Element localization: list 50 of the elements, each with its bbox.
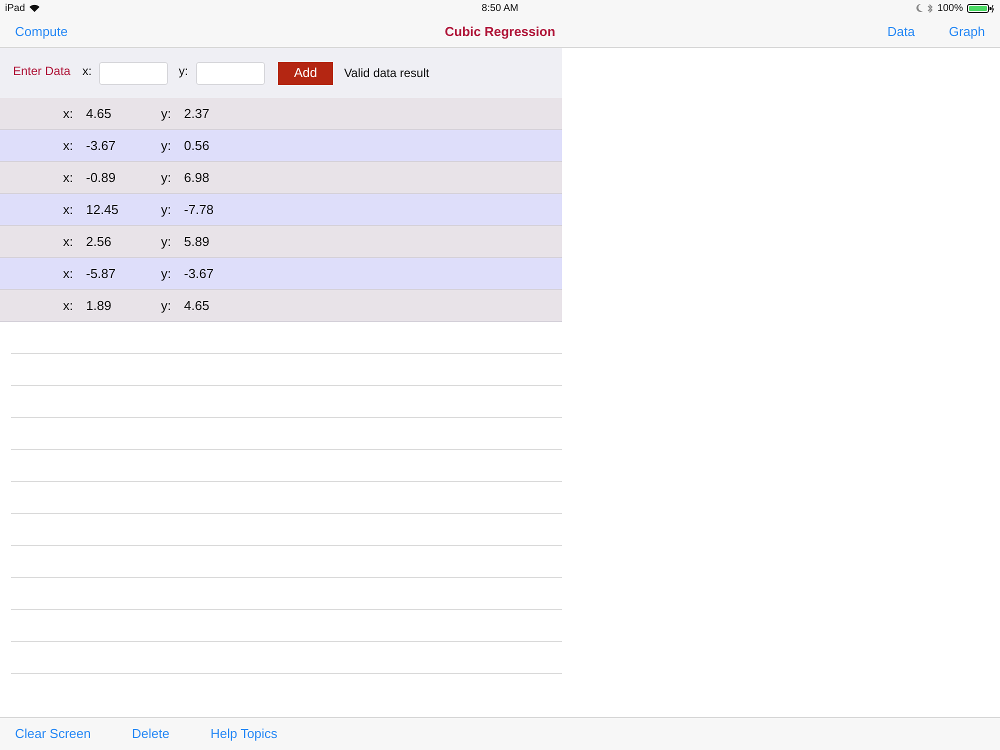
x-value: -5.87 <box>86 264 117 283</box>
wifi-icon <box>29 4 40 12</box>
y-value: 2.37 <box>184 104 210 123</box>
data-row[interactable]: x: -3.67 y: 0.56 <box>0 130 562 162</box>
x-value: 4.65 <box>86 104 112 123</box>
clock: 8:50 AM <box>482 2 518 16</box>
y-value: 0.56 <box>184 136 210 155</box>
data-row[interactable]: x: 1.89 y: 4.65 <box>0 290 562 322</box>
x-label: x: <box>63 200 74 219</box>
y-label: y: <box>161 232 172 251</box>
y-input-field[interactable] <box>196 62 266 84</box>
y-label: y: <box>178 63 188 80</box>
y-value: 6.98 <box>184 168 210 187</box>
x-value: 1.89 <box>86 296 112 315</box>
battery-percent: 100% <box>937 2 963 16</box>
x-label: x: <box>63 168 74 187</box>
y-label: y: <box>161 104 172 123</box>
y-label: y: <box>161 136 172 155</box>
x-label: x: <box>63 264 74 283</box>
x-value: 2.56 <box>86 232 112 251</box>
data-row[interactable]: x: 12.45 y: -7.78 <box>0 194 562 226</box>
device-name: iPad <box>5 2 26 16</box>
y-value: 5.89 <box>184 232 210 251</box>
x-label: x: <box>63 104 74 123</box>
y-value: -3.67 <box>184 264 214 283</box>
entry-label: Enter Data <box>13 63 70 80</box>
x-input-field[interactable] <box>98 62 168 84</box>
x-label: x: <box>63 136 74 155</box>
x-value: -3.67 <box>86 136 117 155</box>
y-label: y: <box>161 296 172 315</box>
data-row[interactable]: x: -0.89 y: 6.98 <box>0 162 562 194</box>
x-value: -0.89 <box>86 168 117 187</box>
y-label: y: <box>161 264 172 283</box>
y-label: y: <box>161 168 172 187</box>
battery-icon <box>967 4 995 12</box>
x-label: x: <box>82 63 92 80</box>
data-row[interactable]: x: -5.87 y: -3.67 <box>0 258 562 290</box>
add-button[interactable]: Add <box>278 62 334 84</box>
bluetooth-icon <box>927 4 934 12</box>
y-value: -7.78 <box>184 200 214 219</box>
screen-title: Cubic Regression <box>444 22 556 41</box>
y-value: 4.65 <box>184 296 210 315</box>
x-label: x: <box>63 296 74 315</box>
data-row[interactable]: x: 2.56 y: 5.89 <box>0 226 562 258</box>
data-row[interactable]: x: 4.65 y: 2.37 <box>0 98 562 130</box>
x-label: x: <box>63 232 74 251</box>
status-message: Valid data result <box>344 65 430 82</box>
moon-icon <box>916 4 924 12</box>
x-value: 12.45 <box>86 200 120 219</box>
y-label: y: <box>161 200 172 219</box>
